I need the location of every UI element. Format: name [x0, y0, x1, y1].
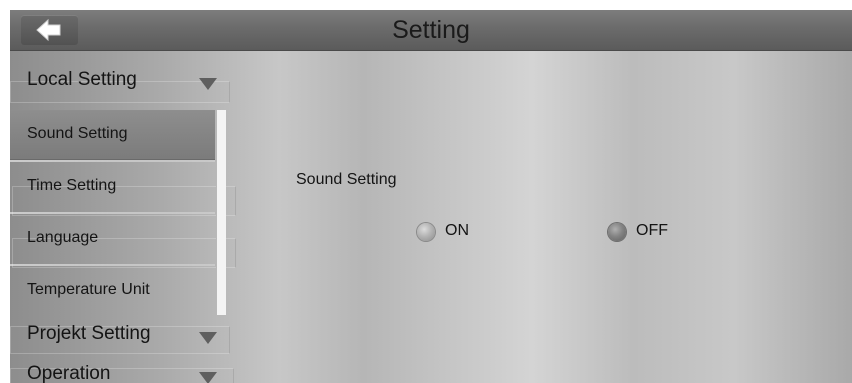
sidebar-item-label: Sound Setting — [27, 125, 128, 142]
section-label: Local Setting — [27, 69, 137, 90]
sidebar: Local Setting Sound Setting Time Setting… — [10, 50, 240, 383]
sound-off-option[interactable]: OFF — [608, 221, 698, 243]
section-label: Projekt Setting — [27, 323, 151, 344]
sound-on-option[interactable]: ON — [417, 221, 497, 243]
option-label: ON — [445, 222, 469, 239]
sidebar-item-sound-setting[interactable]: Sound Setting — [10, 110, 215, 160]
sidebar-scrollbar[interactable] — [216, 110, 226, 315]
triangle-down-icon — [199, 332, 217, 344]
sidebar-item-temperature-unit[interactable]: Temperature Unit — [10, 266, 215, 316]
page-title: Setting — [392, 16, 470, 44]
sidebar-item-time-setting[interactable]: Time Setting — [10, 162, 215, 212]
sidebar-item-label: Time Setting — [27, 177, 117, 194]
sidebar-item-label: Temperature Unit — [27, 281, 150, 298]
radio-button-off[interactable] — [608, 223, 626, 241]
option-label: OFF — [636, 222, 668, 239]
triangle-down-icon — [199, 78, 217, 90]
section-local-setting[interactable]: Local Setting — [10, 60, 228, 100]
section-label: Operation — [27, 363, 111, 383]
section-projekt-setting[interactable]: Projekt Setting — [10, 314, 228, 354]
header-bar: Setting — [10, 10, 852, 51]
section-operation[interactable]: Operation — [10, 354, 228, 383]
radio-button-on[interactable] — [417, 223, 435, 241]
triangle-down-icon — [199, 372, 217, 383]
settings-screen: Setting Local Setting Sound Setting Time… — [10, 10, 852, 383]
sidebar-item-language[interactable]: Language — [10, 214, 215, 264]
setting-label: Sound Setting — [296, 171, 397, 188]
sidebar-item-label: Language — [27, 229, 99, 246]
